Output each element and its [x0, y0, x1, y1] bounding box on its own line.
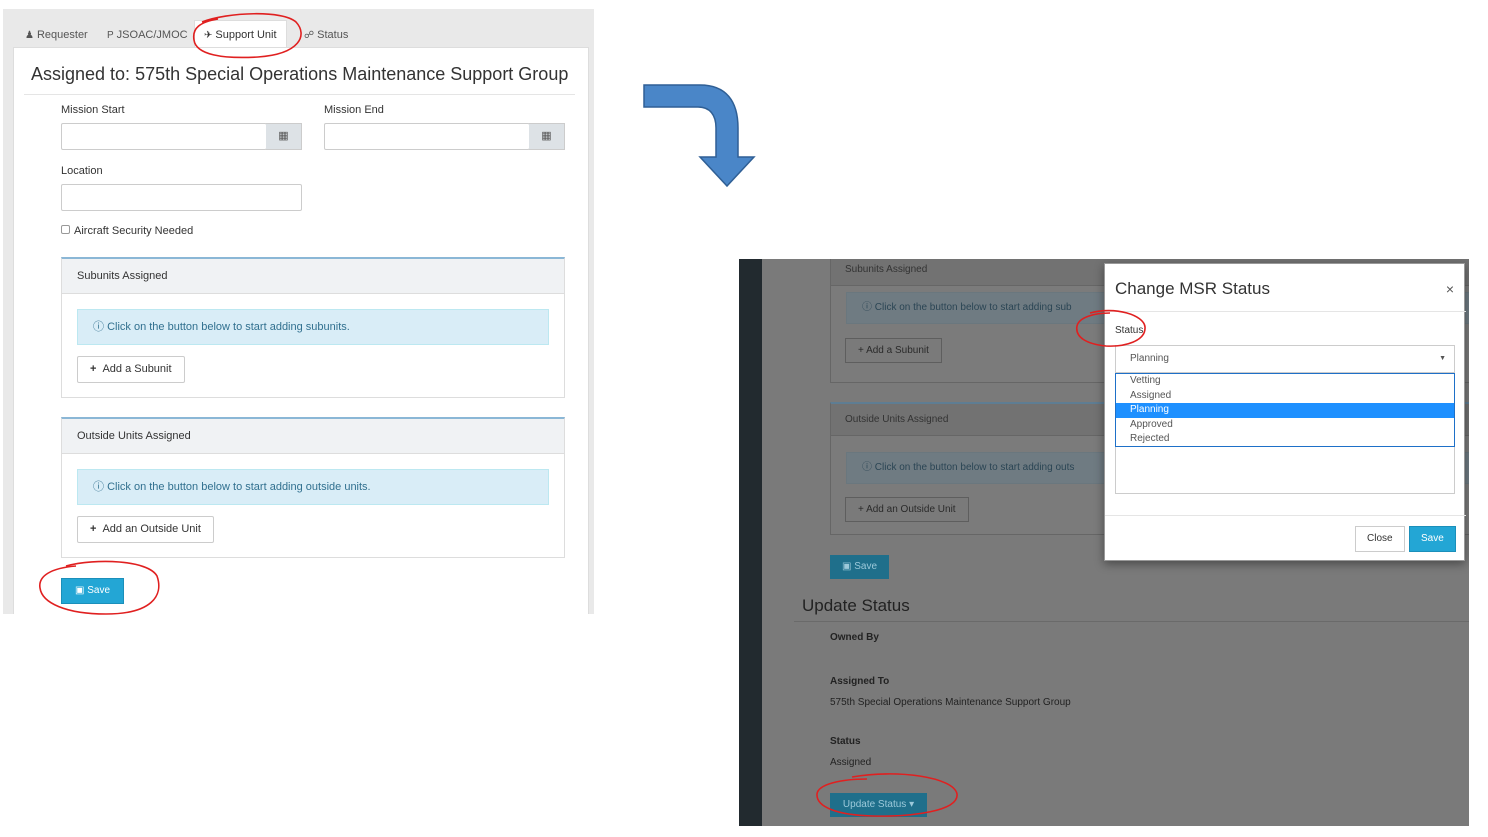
calendar-icon[interactable]: ▦ [266, 123, 302, 150]
divider [1105, 311, 1466, 312]
status-dropdown-list: Vetting Assigned Planning Approved Rejected [1115, 373, 1455, 447]
tab-content: Assigned to: 575th Special Operations Ma… [13, 47, 589, 614]
change-status-screenshot: Subunits Assigned ⓘ Click on the button … [739, 259, 1469, 826]
backdrop-page: Subunits Assigned ⓘ Click on the button … [762, 259, 1469, 826]
support-unit-form-screenshot: ♟ Requester P JSOAC/JMOC ✈ Support Unit ☍ St… [3, 9, 594, 614]
caret-down-icon: ▾ [909, 799, 915, 810]
aircraft-security-label: Aircraft Security Needed [74, 225, 194, 237]
status-option[interactable]: Vetting [1116, 374, 1454, 389]
plus-icon: + [858, 504, 864, 515]
page-title: Assigned to: 575th Special Operations Ma… [31, 64, 569, 84]
divider [794, 621, 1469, 622]
tab-requester[interactable]: ♟ Requester [15, 20, 98, 48]
save-button[interactable]: ▣ Save [61, 578, 124, 604]
user-icon: ♟ [25, 30, 34, 41]
floppy-icon: ▣ [841, 561, 852, 572]
mission-start-label: Mission Start [61, 104, 125, 116]
status-select[interactable]: Planning ▼ [1115, 345, 1455, 373]
info-icon: ⓘ [93, 481, 104, 493]
location-label: Location [61, 165, 103, 177]
chevron-down-icon: ▼ [1439, 355, 1446, 362]
info-icon: ⓘ [93, 321, 104, 333]
comments-icon: ☍ [304, 30, 315, 41]
update-status-heading: Update Status [802, 596, 910, 615]
calendar-icon[interactable]: ▦ [529, 123, 565, 150]
outside-units-panel: Outside Units Assigned ⓘ Click on the bu… [61, 417, 565, 558]
plane-icon: ✈ [204, 30, 213, 41]
add-subunit-button[interactable]: + Add a Subunit [845, 338, 942, 363]
curved-arrow-icon [643, 84, 756, 188]
subunits-panel: Subunits Assigned ⓘ Click on the button … [61, 257, 565, 398]
update-status-button[interactable]: Update Status ▾ [830, 793, 927, 817]
aircraft-security-checkbox[interactable] [61, 225, 70, 234]
modal-title: Change MSR Status [1115, 279, 1270, 298]
mission-start-input[interactable] [61, 123, 267, 150]
save-button[interactable]: Save [1409, 526, 1456, 552]
add-outside-unit-button[interactable]: + Add an Outside Unit [845, 497, 969, 522]
status-option[interactable]: Approved [1116, 418, 1454, 433]
mission-end-label: Mission End [324, 104, 384, 116]
outside-units-panel-header: Outside Units Assigned [62, 419, 564, 454]
status-label: Status [830, 736, 861, 747]
status-option[interactable]: Assigned [1116, 389, 1454, 404]
close-button[interactable]: Close [1355, 526, 1405, 552]
divider [24, 94, 575, 95]
add-subunit-button[interactable]: + Add a Subunit [77, 356, 185, 383]
subunits-info-alert: ⓘ Click on the button below to start add… [77, 309, 549, 345]
tab-support-unit[interactable]: ✈ Support Unit [194, 20, 287, 49]
owned-by-label: Owned By [830, 632, 879, 643]
plus-icon: + [90, 523, 97, 535]
plus-icon: + [858, 345, 864, 356]
status-option[interactable]: Planning [1116, 403, 1454, 418]
location-input[interactable] [61, 184, 302, 211]
status-value: Assigned [830, 757, 872, 768]
floppy-icon: ▣ [74, 585, 85, 596]
plus-icon: + [90, 363, 97, 375]
save-button[interactable]: ▣ Save [830, 555, 889, 579]
outside-units-info-alert: ⓘ Click on the button below to start add… [77, 469, 549, 505]
tab-jsoac-jmoc[interactable]: P JSOAC/JMOC [97, 20, 198, 48]
divider [1105, 515, 1466, 516]
assigned-to-label: Assigned To [830, 676, 890, 687]
info-icon: ⓘ [862, 462, 872, 473]
assigned-to-value: 575th Special Operations Maintenance Sup… [830, 697, 1071, 708]
plane-icon: P [107, 30, 114, 41]
change-status-modal: Change MSR Status × Status Planning ▼ Ve… [1104, 263, 1466, 561]
add-outside-unit-button[interactable]: + Add an Outside Unit [77, 516, 214, 543]
status-option[interactable]: Rejected [1116, 432, 1454, 447]
subunits-panel-header: Subunits Assigned [62, 259, 564, 294]
sidebar [739, 259, 762, 826]
tab-status[interactable]: ☍ Status [294, 20, 358, 48]
close-icon[interactable]: × [1446, 281, 1454, 297]
status-field-label: Status [1115, 325, 1144, 336]
info-icon: ⓘ [862, 302, 872, 313]
mission-end-input[interactable] [324, 123, 530, 150]
